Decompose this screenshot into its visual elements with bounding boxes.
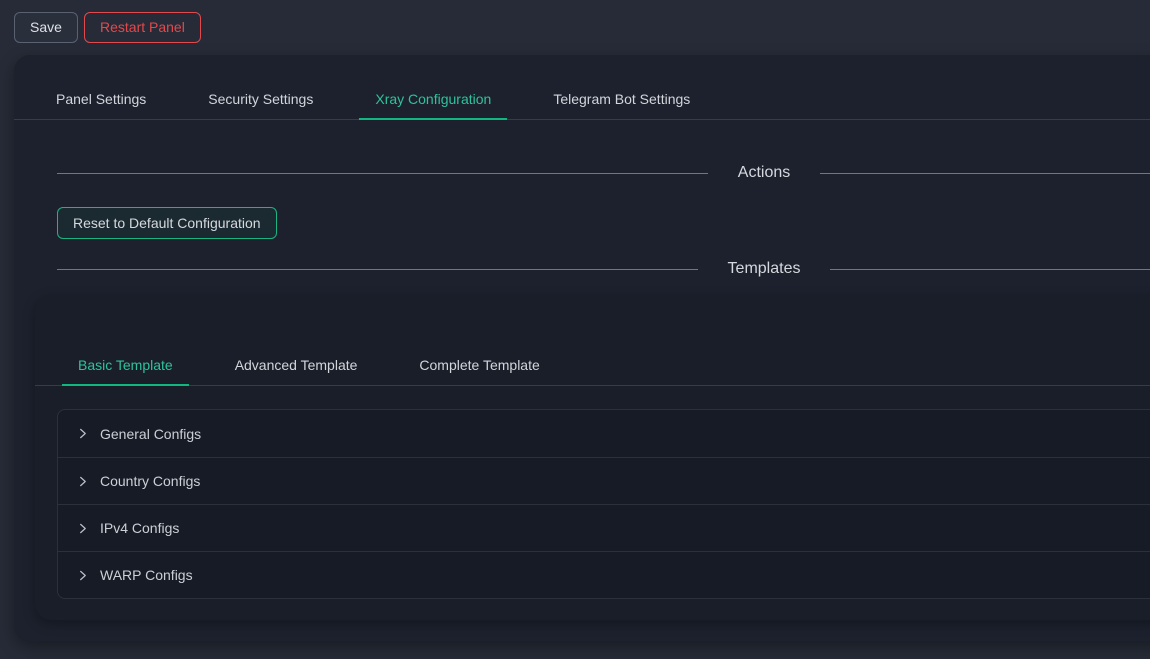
chevron-right-icon [76, 522, 88, 534]
chevron-right-icon [76, 569, 88, 581]
save-button[interactable]: Save [14, 12, 78, 43]
templates-card: Basic Template Advanced Template Complet… [35, 295, 1150, 620]
divider-line [57, 269, 698, 270]
collapse-country-configs[interactable]: Country Configs [58, 457, 1150, 504]
tab-advanced-template[interactable]: Advanced Template [219, 346, 374, 385]
tab-telegram-bot-settings[interactable]: Telegram Bot Settings [537, 80, 706, 119]
divider-line [830, 269, 1150, 270]
collapse-label: Country Configs [100, 473, 200, 489]
reset-default-configuration-button[interactable]: Reset to Default Configuration [57, 207, 277, 239]
templates-divider: Templates [57, 258, 1150, 280]
tab-panel-settings[interactable]: Panel Settings [40, 80, 162, 119]
actions-section-title: Actions [738, 164, 790, 182]
tab-complete-template[interactable]: Complete Template [403, 346, 555, 385]
tab-security-settings[interactable]: Security Settings [192, 80, 329, 119]
divider-line [820, 173, 1150, 174]
chevron-right-icon [76, 428, 88, 440]
tab-xray-configuration[interactable]: Xray Configuration [359, 80, 507, 119]
collapse-ipv4-configs[interactable]: IPv4 Configs [58, 504, 1150, 551]
restart-panel-button[interactable]: Restart Panel [84, 12, 201, 43]
collapse-label: General Configs [100, 426, 201, 442]
config-collapse-list: General Configs Country Configs IPv4 Con… [57, 409, 1150, 599]
chevron-right-icon [76, 475, 88, 487]
divider-line [57, 173, 708, 174]
settings-card: Panel Settings Security Settings Xray Co… [14, 55, 1150, 641]
template-tabbar: Basic Template Advanced Template Complet… [35, 346, 1150, 386]
collapse-general-configs[interactable]: General Configs [58, 410, 1150, 457]
collapse-label: IPv4 Configs [100, 520, 179, 536]
templates-section-title: Templates [728, 260, 801, 278]
settings-tabbar: Panel Settings Security Settings Xray Co… [14, 80, 1150, 120]
actions-divider: Actions [57, 162, 1150, 184]
tab-basic-template[interactable]: Basic Template [62, 346, 189, 385]
collapse-label: WARP Configs [100, 567, 193, 583]
collapse-warp-configs[interactable]: WARP Configs [58, 551, 1150, 598]
topbar: Save Restart Panel [0, 0, 1150, 55]
